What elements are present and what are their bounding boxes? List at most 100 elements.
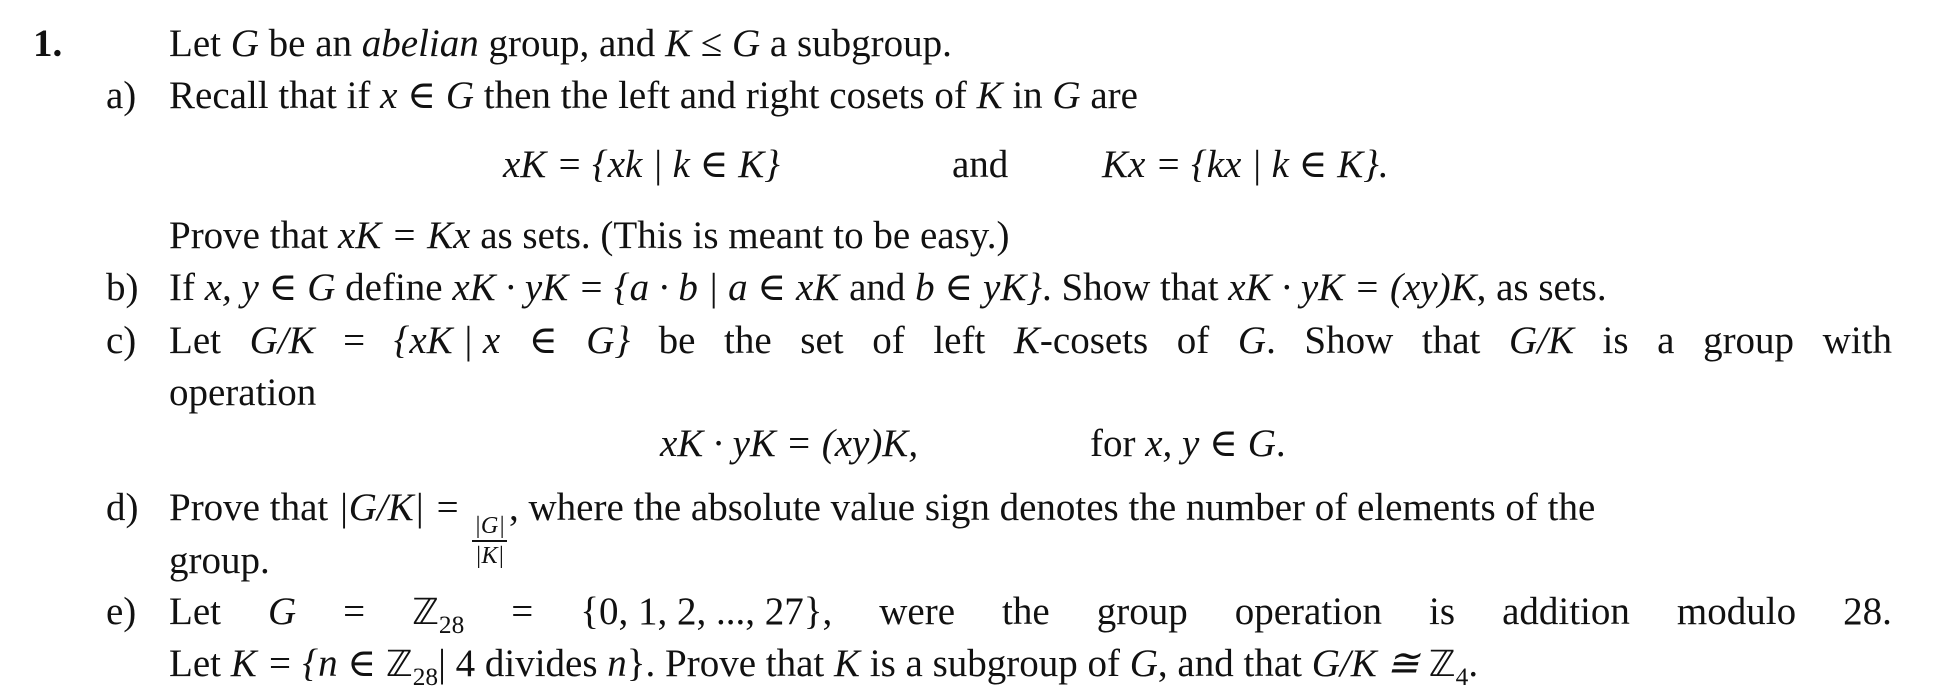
- word: set: [800, 319, 844, 362]
- math-expr: |G/K| =: [337, 486, 471, 529]
- fraction: |G| |K|: [472, 513, 507, 568]
- part-a-text: Recall that if x ∈ G then the left and r…: [169, 76, 1138, 115]
- math-var: K: [834, 642, 861, 685]
- text: be an: [258, 22, 362, 65]
- word: =: [343, 590, 366, 633]
- word: the: [1002, 590, 1050, 633]
- part-e-text: Let G = ℤ28 = {0, 1, 2, ..., 27}, were the group…: [169, 590, 1892, 639]
- math-expr: b ∈ yK}: [915, 266, 1042, 309]
- word: group: [1096, 590, 1188, 633]
- math-expr: G/K ≅: [1311, 642, 1429, 685]
- math-var: G: [230, 22, 259, 65]
- text: . Show that: [1041, 266, 1229, 309]
- text: Let: [169, 642, 231, 685]
- word: with: [1822, 319, 1892, 362]
- word: G.: [1237, 319, 1276, 362]
- text: group, and: [478, 22, 666, 65]
- text: , where the absolute value sign denotes …: [509, 486, 1596, 529]
- word: operation: [1234, 590, 1383, 633]
- math-var: G: [1129, 642, 1158, 685]
- text: Prove that: [169, 486, 338, 529]
- subscript: 28: [412, 662, 439, 691]
- text: is a subgroup of: [860, 642, 1130, 685]
- part-c-display-right: for x, y ∈ G.: [1090, 424, 1286, 463]
- text: Prove that: [169, 214, 338, 257]
- math-expr: x, y ∈ G: [204, 266, 336, 309]
- text: | 4 divides: [438, 642, 608, 685]
- text: If: [169, 266, 205, 309]
- text: .: [1468, 642, 1479, 685]
- part-a-display-right: Kx = {kx | k ∈ K}.: [1102, 145, 1389, 184]
- math-expr: xK = {xk | k ∈ K}: [503, 143, 780, 186]
- word: of: [1176, 319, 1210, 362]
- math-expr: xK = Kx: [337, 214, 471, 257]
- word: G/K: [1508, 319, 1574, 362]
- text: , and that: [1157, 642, 1312, 685]
- part-c-text: Let G/K = {xK | x ∈ G} be the set of left K-cosets o…: [169, 321, 1892, 360]
- word: is: [1429, 590, 1456, 633]
- math-var: K: [665, 22, 692, 65]
- part-a-display-left: xK = {xk | k ∈ K}: [503, 145, 780, 184]
- text: .: [1275, 422, 1286, 465]
- word: {xK | x: [393, 319, 501, 362]
- text: then the left and right cosets of: [474, 74, 977, 117]
- text: in: [1002, 74, 1053, 117]
- word: ∈: [528, 319, 558, 362]
- part-d-label: d): [106, 486, 139, 529]
- word: Let: [169, 319, 221, 362]
- word: were: [879, 590, 956, 633]
- part-b-text: If x, y ∈ G define xK · yK = {a · b | a …: [169, 268, 1607, 307]
- part-c-label: c): [106, 319, 137, 362]
- math-var: G: [445, 74, 475, 117]
- integers-symbol: ℤ: [1428, 644, 1456, 685]
- part-e-label: e): [106, 590, 137, 633]
- word: K-cosets: [1013, 319, 1149, 362]
- problem-intro: Let G be an abelian group, and K ≤ G a s…: [169, 24, 952, 63]
- word: of: [872, 319, 905, 362]
- math-var: G: [731, 22, 761, 65]
- word: group: [1703, 319, 1795, 362]
- text: define: [335, 266, 453, 309]
- word: is: [1602, 319, 1629, 362]
- word: modulo: [1676, 590, 1797, 633]
- part-a-display-and: and: [952, 143, 1009, 186]
- word: ℤ28: [412, 592, 465, 639]
- text: . Prove that: [645, 642, 834, 685]
- text: Let: [169, 22, 231, 65]
- math-expr: xK · yK = {a · b | a ∈ xK: [452, 266, 840, 309]
- word: 28.: [1843, 590, 1892, 633]
- fraction-numerator: |G|: [472, 513, 507, 542]
- math-var: n: [607, 642, 627, 685]
- part-d-text: Prove that |G/K| = |G| |K|, where the abs…: [169, 488, 1595, 568]
- part-a-label: a): [106, 74, 137, 117]
- text: are: [1080, 74, 1138, 117]
- math-expr: x, y ∈ G: [1145, 422, 1276, 465]
- text: for: [1090, 422, 1146, 465]
- problem-number: 1.: [33, 22, 63, 65]
- emphasis: abelian: [361, 22, 479, 65]
- text: a subgroup.: [760, 22, 952, 65]
- fraction-denominator: |K|: [474, 541, 505, 569]
- word: =: [343, 319, 366, 362]
- subscript: 4: [1455, 662, 1469, 691]
- math-expr: xK · yK = (xy)K: [1228, 266, 1477, 309]
- math-var: x: [380, 74, 398, 117]
- part-e-text-2: Let K = {n ∈ ℤ28| 4 divides n}. Prove th…: [169, 642, 1479, 690]
- text: and: [839, 266, 916, 309]
- word: G}: [586, 319, 631, 362]
- math-op: ≤: [691, 22, 732, 65]
- text: group.: [169, 539, 270, 582]
- text: }: [626, 642, 646, 685]
- math-var: G: [1052, 74, 1081, 117]
- word: addition: [1502, 590, 1630, 633]
- word: be: [658, 319, 696, 362]
- word: left: [933, 319, 986, 362]
- math-op: ∈: [397, 74, 446, 117]
- text: , as sets.: [1476, 266, 1607, 309]
- part-a-prove: Prove that xK = Kx as sets. (This is mea…: [169, 216, 1009, 255]
- word: a: [1657, 319, 1675, 362]
- word: that: [1421, 319, 1481, 362]
- word: {0, 1, 2, ..., 27},: [580, 590, 833, 633]
- word: the: [724, 319, 772, 362]
- math-expr: xK · yK = (xy)K,: [660, 422, 919, 465]
